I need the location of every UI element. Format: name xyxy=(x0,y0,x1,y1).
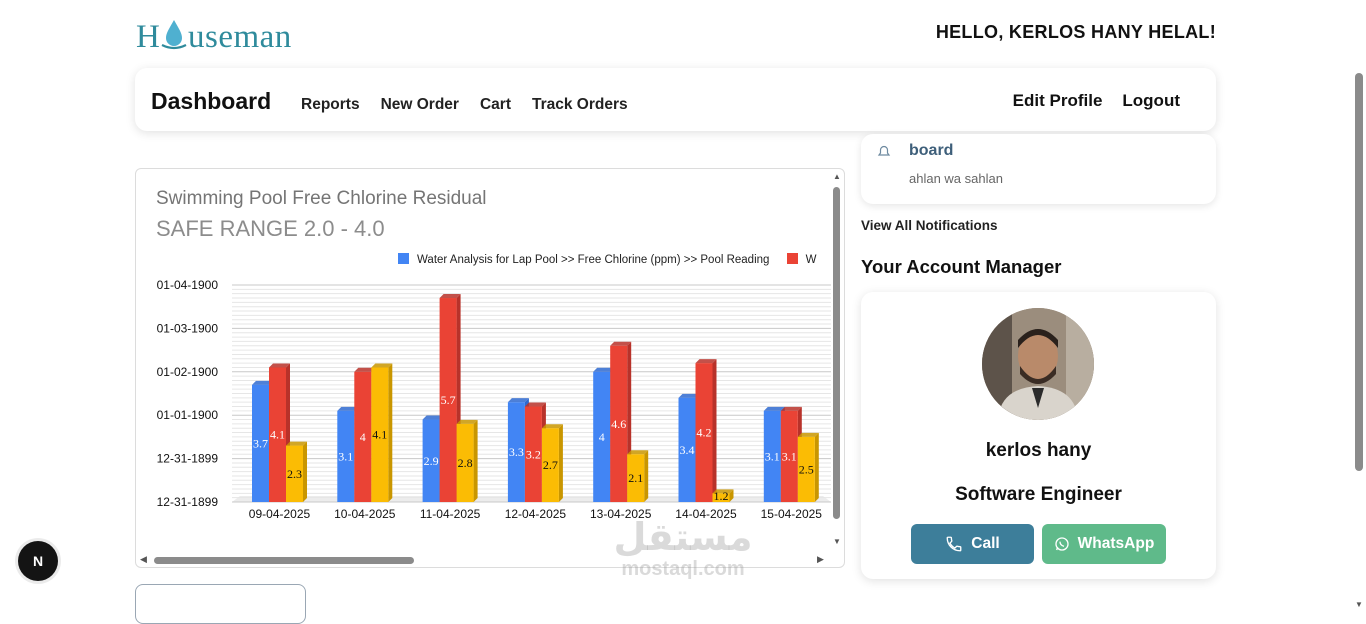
bar-side xyxy=(473,419,478,502)
nav-new-order-link[interactable]: New Order xyxy=(381,96,459,114)
bar-data-label: 4 xyxy=(360,430,366,444)
bar-data-label: 3.2 xyxy=(526,447,541,461)
account-manager-card: kerlos hany Software Engineer Call Whats… xyxy=(861,292,1216,579)
y-tick-label: 01-01-1900 xyxy=(157,408,219,422)
bar-side xyxy=(712,359,717,502)
y-tick-label: 01-04-1900 xyxy=(157,278,219,292)
bar-side xyxy=(558,424,563,502)
bar-data-label: 3.3 xyxy=(509,445,524,459)
nav-reports-link[interactable]: Reports xyxy=(301,96,360,114)
nav-account-links: Edit Profile Logout xyxy=(1013,91,1180,111)
y-tick-label: 01-02-1900 xyxy=(157,365,219,379)
call-button-label: Call xyxy=(971,535,1000,552)
nav-dashboard-link[interactable]: Dashboard xyxy=(151,88,271,115)
chart-vertical-scroll-thumb[interactable] xyxy=(833,187,840,519)
account-manager-heading: Your Account Manager xyxy=(861,256,1062,277)
x-tick-label: 09-04-2025 xyxy=(249,507,311,521)
y-tick-label: 12-31-1899 xyxy=(157,495,219,509)
page-vertical-scrollbar[interactable]: ▼ xyxy=(1352,73,1366,609)
logo-mark: H useman xyxy=(136,19,292,54)
notification-title: board xyxy=(909,142,954,159)
phone-icon xyxy=(946,536,962,552)
mostaql-watermark: مستقل mostaql.com xyxy=(602,516,764,581)
svg-text:H: H xyxy=(136,19,160,54)
chart-vertical-scrollbar[interactable]: ▲ ▼ xyxy=(830,169,844,554)
secondary-card-edge xyxy=(135,584,306,624)
bar-data-label: 4 xyxy=(599,430,605,444)
bar-side xyxy=(388,363,393,502)
houseman-logo[interactable]: H useman xyxy=(136,14,342,54)
y-tick-label: 12-31-1899 xyxy=(157,452,219,466)
bar-data-label: 1.2 xyxy=(714,489,729,503)
scroll-right-icon[interactable]: ▶ xyxy=(817,554,824,565)
notification-card[interactable]: board ahlan wa sahlan xyxy=(861,134,1216,204)
bar-data-label: 3.7 xyxy=(253,436,268,450)
bar-data-label: 2.9 xyxy=(424,454,439,468)
y-tick-label: 01-03-1900 xyxy=(157,321,219,335)
bar-data-label: 4.1 xyxy=(372,428,387,442)
nav-track-orders-link[interactable]: Track Orders xyxy=(532,96,628,114)
account-manager-role: Software Engineer xyxy=(955,484,1122,505)
bar-data-label: 4.2 xyxy=(697,426,712,440)
top-header: H useman HELLO, KERLOS HANY HELAL! xyxy=(0,0,1366,66)
bar-data-label: 2.1 xyxy=(628,471,643,485)
nav-links: Reports New Order Cart Track Orders xyxy=(301,96,628,114)
view-all-notifications-link[interactable]: View All Notifications xyxy=(861,218,998,233)
bar-data-label: 2.8 xyxy=(458,456,473,470)
notification-body: ahlan wa sahlan xyxy=(909,171,1003,186)
watermark-latin: mostaql.com xyxy=(621,558,745,580)
account-manager-name: kerlos hany xyxy=(985,440,1092,461)
page-scroll-down-icon[interactable]: ▼ xyxy=(1355,600,1363,609)
bar-data-label: 2.7 xyxy=(543,458,558,472)
bar-data-label: 5.7 xyxy=(441,393,456,407)
bar-data-label: 2.5 xyxy=(799,462,814,476)
x-tick-label: 11-04-2025 xyxy=(420,507,481,521)
bar-data-label: 4.6 xyxy=(611,417,626,431)
nextjs-dev-badge[interactable]: N xyxy=(18,541,58,581)
bar-data-label: 3.1 xyxy=(338,449,353,463)
scroll-left-icon[interactable]: ◀ xyxy=(140,554,147,565)
chart-plot: 01-04-1900 01-03-1900 01-02-1900 01-01-1900… xyxy=(157,278,831,521)
scroll-up-icon[interactable]: ▲ xyxy=(833,172,841,181)
watermark-arabic: مستقل xyxy=(613,515,753,559)
page-scroll-thumb[interactable] xyxy=(1355,73,1363,471)
whatsapp-button[interactable]: WhatsApp xyxy=(1042,524,1166,564)
x-tick-label: 12-04-2025 xyxy=(505,507,567,521)
x-tick-label: 10-04-2025 xyxy=(334,507,396,521)
chart-horizontal-scroll-thumb[interactable] xyxy=(154,557,414,564)
bell-icon xyxy=(877,145,891,156)
user-greeting: HELLO, KERLOS HANY HELAL! xyxy=(935,22,1216,42)
account-manager-avatar xyxy=(982,308,1094,420)
bar-data-label: 2.3 xyxy=(287,467,302,481)
chlorine-chart-card: Swimming Pool Free Chlorine Residual SAF… xyxy=(135,168,845,568)
whatsapp-icon xyxy=(1055,537,1069,551)
bar-data-label: 3.1 xyxy=(782,449,797,463)
bar-side xyxy=(303,441,307,502)
whatsapp-button-label: WhatsApp xyxy=(1077,535,1155,552)
main-navbar: Dashboard Reports New Order Cart Track O… xyxy=(135,68,1216,131)
call-button[interactable]: Call xyxy=(911,524,1034,564)
bar-data-label: 3.4 xyxy=(680,443,695,457)
bar-data-label: 3.1 xyxy=(765,449,780,463)
svg-text:useman: useman xyxy=(188,19,292,54)
bar-side xyxy=(814,432,819,502)
edit-profile-link[interactable]: Edit Profile xyxy=(1013,91,1103,111)
scroll-down-icon[interactable]: ▼ xyxy=(833,537,841,546)
bar-data-label: 4.1 xyxy=(270,428,285,442)
bar-side xyxy=(644,450,649,502)
x-tick-label: 15-04-2025 xyxy=(761,507,823,521)
logout-link[interactable]: Logout xyxy=(1122,91,1180,111)
nav-cart-link[interactable]: Cart xyxy=(480,96,511,114)
